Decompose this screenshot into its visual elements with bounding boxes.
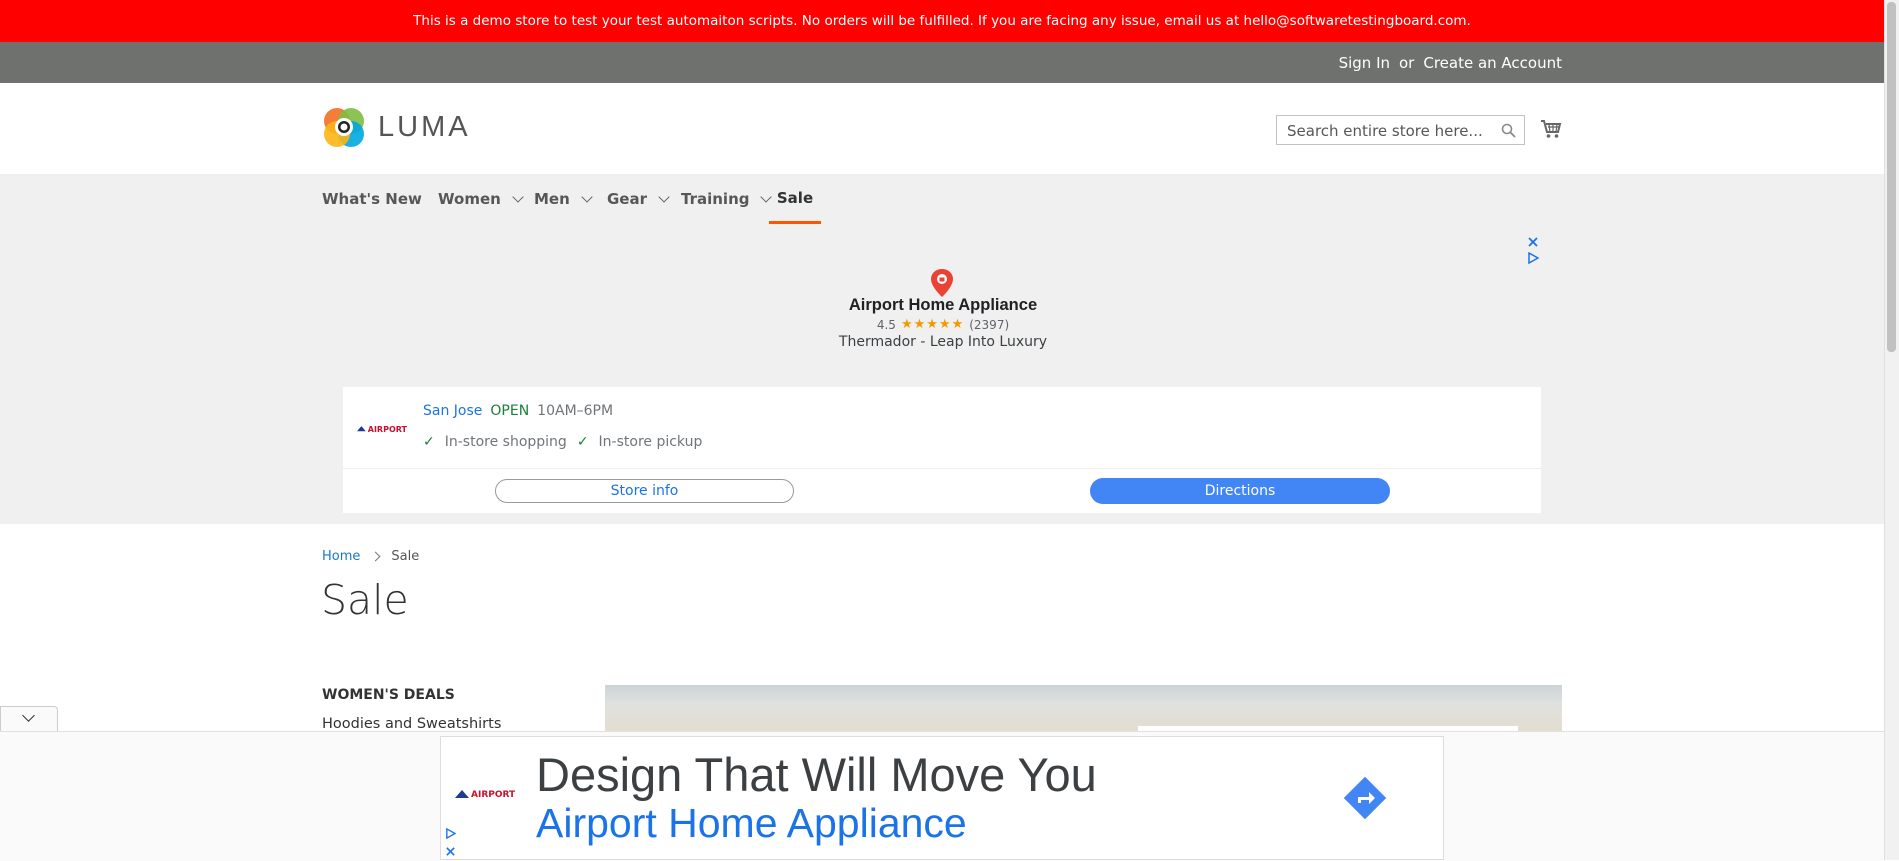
ad-business-name[interactable]: Airport Home Appliance bbox=[843, 296, 1043, 315]
sign-in-link[interactable]: Sign In bbox=[1339, 54, 1390, 72]
scrollbar-thumb[interactable] bbox=[1887, 2, 1896, 352]
nav-sale-label: Sale bbox=[776, 188, 814, 207]
demo-notice-text: This is a demo store to test your test a… bbox=[413, 13, 1471, 29]
chevron-right-icon bbox=[370, 551, 381, 562]
bottom-ad-headline: Design That Will Move You bbox=[536, 748, 1097, 801]
chevron-down-icon bbox=[658, 191, 670, 203]
site-header bbox=[0, 83, 1884, 174]
demo-notice-bar: This is a demo store to test your test a… bbox=[0, 0, 1884, 42]
nav-gear[interactable]: Gear bbox=[607, 174, 670, 224]
sidebar-item[interactable]: Hoodies and Sweatshirts bbox=[322, 716, 501, 732]
chevron-down-icon bbox=[512, 191, 524, 203]
ad-store-logo: AIRPORT bbox=[357, 420, 407, 438]
promo-image[interactable] bbox=[605, 685, 1562, 731]
luma-logo-icon bbox=[324, 108, 364, 147]
nav-whats-new[interactable]: What's New bbox=[322, 174, 422, 224]
star-rating-icon: ★★★★★ bbox=[900, 317, 965, 332]
sidebar-heading: WOMEN'S DEALS bbox=[322, 687, 455, 703]
search-icon[interactable] bbox=[1501, 123, 1516, 138]
or-separator: or bbox=[1399, 53, 1415, 72]
directions-label: Directions bbox=[1204, 483, 1276, 499]
nav-whats-new-label: What's New bbox=[322, 190, 422, 208]
chevron-down-icon bbox=[581, 191, 593, 203]
bottom-ad-logo-text: AIRPORT bbox=[471, 789, 516, 800]
nav-training[interactable]: Training bbox=[681, 174, 773, 224]
chevron-down-icon bbox=[22, 709, 35, 722]
nav-women[interactable]: Women bbox=[438, 174, 524, 224]
ad-close-icon[interactable] bbox=[445, 846, 456, 857]
ad-card-divider bbox=[343, 468, 1541, 469]
nav-sale[interactable]: Sale bbox=[769, 174, 821, 224]
create-account-link[interactable]: Create an Account bbox=[1423, 54, 1562, 72]
ad-close-icon[interactable] bbox=[1527, 236, 1539, 248]
store-info-button[interactable]: Store info bbox=[495, 479, 794, 503]
adchoices-icon[interactable] bbox=[445, 828, 456, 839]
top-links-bar: Sign In or Create an Account bbox=[0, 42, 1884, 83]
adchoices-icon[interactable] bbox=[1527, 252, 1539, 264]
map-pin-icon bbox=[931, 269, 953, 297]
ad-rating-row: 4.5 ★★★★★ (2397) bbox=[843, 317, 1043, 332]
search-input[interactable] bbox=[1285, 117, 1499, 145]
page-title: Sale bbox=[321, 576, 409, 624]
ad-store-line: San Jose OPEN 10AM–6PM bbox=[423, 403, 613, 419]
ad-tagline: Thermador - Leap Into Luxury bbox=[838, 334, 1048, 350]
directions-icon[interactable] bbox=[1340, 773, 1390, 823]
logo-text: LUMA bbox=[378, 110, 471, 143]
nav-gear-label: Gear bbox=[607, 190, 648, 208]
search-box[interactable] bbox=[1276, 115, 1525, 145]
airport-logo-icon bbox=[455, 790, 469, 798]
check-icon: ✓ bbox=[423, 434, 435, 450]
breadcrumb: Home Sale bbox=[322, 549, 419, 564]
ad-store-city[interactable]: San Jose bbox=[423, 403, 482, 419]
logo[interactable]: LUMA bbox=[322, 105, 471, 149]
bottom-ad-banner[interactable]: AIRPORT Design That Will Move You Airpor… bbox=[440, 736, 1444, 860]
ad-store-hours: 10AM–6PM bbox=[537, 403, 614, 419]
ad-store-logo-text: AIRPORT bbox=[367, 424, 407, 434]
bottom-ad-logo: AIRPORT bbox=[455, 789, 515, 800]
check-icon: ✓ bbox=[576, 434, 589, 450]
nav-men-label: Men bbox=[534, 190, 570, 208]
breadcrumb-home-link[interactable]: Home bbox=[322, 549, 360, 564]
nav-women-label: Women bbox=[438, 190, 501, 208]
ad-feature-1: In-store shopping bbox=[444, 434, 567, 450]
cart-icon[interactable] bbox=[1540, 118, 1562, 140]
bottom-ad-toggle[interactable] bbox=[0, 706, 58, 731]
breadcrumb-current: Sale bbox=[391, 549, 420, 564]
store-info-label: Store info bbox=[610, 483, 679, 499]
ad-feature-2: In-store pickup bbox=[598, 434, 703, 450]
ad-rating-value: 4.5 bbox=[876, 317, 896, 332]
nav-training-label: Training bbox=[681, 190, 750, 208]
ad-store-features: ✓ In-store shopping ✓ In-store pickup bbox=[423, 434, 702, 450]
ad-review-count: (2397) bbox=[969, 317, 1010, 332]
bottom-ad-subline: Airport Home Appliance bbox=[536, 800, 967, 846]
ad-store-status: OPEN bbox=[490, 403, 530, 419]
airport-logo-icon bbox=[357, 426, 366, 432]
directions-button[interactable]: Directions bbox=[1090, 478, 1390, 504]
nav-men[interactable]: Men bbox=[534, 174, 593, 224]
